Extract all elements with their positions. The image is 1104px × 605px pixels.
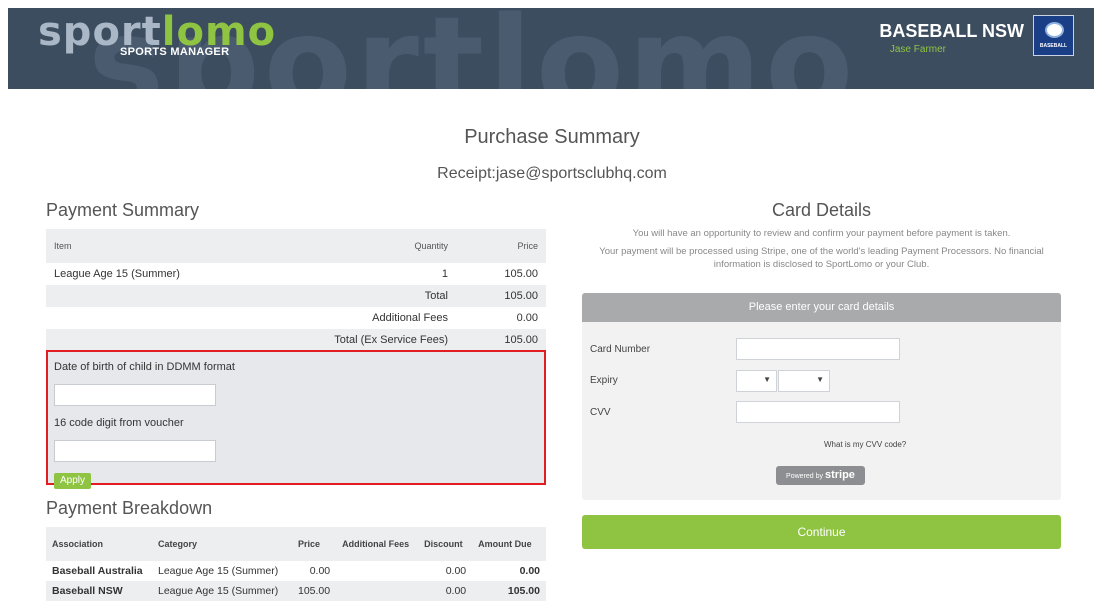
dob-input[interactable] (54, 384, 216, 406)
receipt-email: Receipt:jase@sportsclubhq.com (437, 165, 667, 182)
row-price: 0.00 (309, 565, 331, 577)
dob-label: Date of birth of child in DDMM format (54, 361, 235, 373)
row-category: League Age 15 (Summer) (152, 581, 292, 601)
additional-fees-row: Additional Fees 0.00 (46, 307, 546, 329)
table-row: League Age 15 (Summer) 1 105.00 (46, 263, 546, 285)
table-row: Baseball NSW League Age 15 (Summer) 105.… (46, 581, 546, 601)
row-association: Baseball Australia (52, 565, 143, 577)
row-price: 105.00 (292, 581, 337, 601)
page-title: Purchase Summary (464, 126, 640, 148)
total-value: 105.00 (504, 290, 538, 302)
row-additional-fees (336, 581, 419, 601)
powered-by-text: Powered by (786, 473, 824, 480)
additional-fees-value: 0.00 (516, 312, 538, 324)
card-details-section: Card Details You will have an opportunit… (582, 200, 1061, 549)
card-number-input[interactable] (736, 338, 900, 360)
payment-breakdown-table: Association Category Price Additional Fe… (46, 527, 546, 601)
chevron-down-icon: ▼ (816, 375, 824, 384)
voucher-code-label: 16 code digit from voucher (54, 417, 184, 429)
chevron-down-icon: ▼ (763, 375, 771, 384)
baseball-icon (1045, 22, 1064, 38)
row-quantity: 1 (441, 268, 448, 280)
col-price: Price (292, 527, 337, 561)
payment-summary-table: Item Quantity Price League Age 15 (Summe… (46, 229, 546, 351)
cvv-input[interactable] (736, 401, 900, 423)
user-name[interactable]: Jase Farmer (890, 44, 946, 55)
row-amount-due: 0.00 (519, 565, 540, 577)
col-category: Category (152, 527, 292, 561)
cvv-label: CVV (590, 407, 611, 418)
col-additional-fees: Additional Fees (336, 527, 419, 561)
badge-text: BASEBALL (1039, 43, 1068, 49)
card-details-panel: Please enter your card details Card Numb… (582, 293, 1061, 500)
col-amount-due: Amount Due (472, 527, 546, 561)
table-header-row: Association Category Price Additional Fe… (46, 527, 546, 561)
card-panel-header: Please enter your card details (582, 293, 1061, 322)
card-details-title: Card Details (771, 200, 872, 220)
stripe-note: Your payment will be processed using Str… (599, 246, 1044, 270)
total-row: Total 105.00 (46, 285, 546, 307)
table-header-row: Item Quantity Price (46, 229, 546, 263)
row-discount: 0.00 (418, 581, 473, 601)
col-price: Price (517, 241, 538, 251)
expiry-month-select[interactable]: ▼ (736, 370, 777, 392)
org-name: BASEBALL NSW (879, 21, 1024, 41)
apply-button[interactable]: Apply (54, 473, 92, 489)
voucher-code-input[interactable] (54, 440, 216, 462)
row-association: Baseball NSW (46, 581, 152, 601)
col-item: Item (54, 241, 72, 251)
payment-summary-section: Payment Summary Item Quantity Price Leag… (46, 200, 546, 601)
col-discount: Discount (418, 527, 473, 561)
powered-by-stripe-badge[interactable]: Powered by stripe (776, 466, 865, 485)
col-association: Association (46, 527, 152, 561)
row-price: 105.00 (504, 268, 538, 280)
cvv-help-link[interactable]: What is my CVV code? (824, 440, 906, 449)
row-discount: 0.00 (445, 565, 467, 577)
stripe-brand-text: stripe (824, 469, 855, 481)
continue-button[interactable]: Continue (582, 515, 1061, 549)
baseball-nsw-logo-icon: BASEBALL (1033, 15, 1074, 56)
payment-summary-title: Payment Summary (46, 200, 200, 220)
card-number-label: Card Number (590, 344, 651, 355)
expiry-year-select[interactable]: ▼ (778, 370, 830, 392)
additional-fees-label: Additional Fees (372, 312, 448, 324)
row-item: League Age 15 (Summer) (54, 268, 180, 280)
expiry-label: Expiry (590, 375, 618, 386)
total-ex-fees-value: 105.00 (504, 334, 538, 346)
table-row: Baseball Australia League Age 15 (Summer… (46, 561, 546, 581)
payment-breakdown-title: Payment Breakdown (46, 498, 213, 518)
row-additional-fees (336, 561, 418, 581)
logo-subtitle: SPORTS MANAGER (120, 46, 230, 58)
review-note: You will have an opportunity to review a… (632, 228, 1011, 239)
site-header: sportlomo sportlomo SPORTS MANAGER BASEB… (8, 8, 1094, 89)
row-amount-due: 105.00 (472, 581, 546, 601)
total-ex-fees-row: Total (Ex Service Fees) 105.00 (46, 329, 546, 351)
total-label: Total (424, 290, 448, 302)
total-ex-fees-label: Total (Ex Service Fees) (334, 334, 448, 346)
row-category: League Age 15 (Summer) (158, 565, 279, 577)
voucher-panel: Date of birth of child in DDMM format 16… (46, 350, 546, 489)
col-quantity: Quantity (414, 241, 448, 251)
